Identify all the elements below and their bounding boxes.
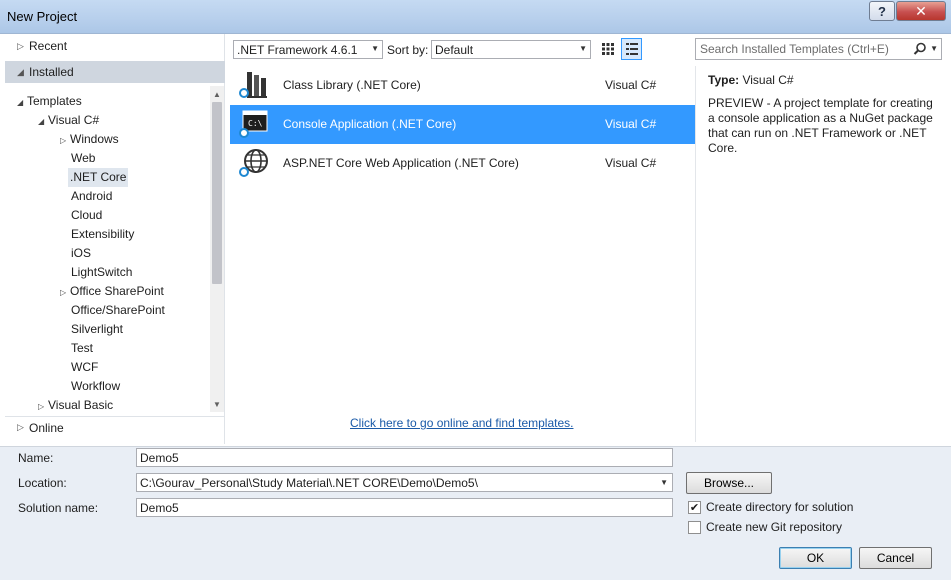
nav-installed[interactable]: ◢ Installed — [5, 61, 225, 83]
tree-item-android[interactable]: Android — [71, 187, 112, 206]
tree-item-templates[interactable]: ◢ Templates — [17, 92, 82, 111]
name-value: Demo5 — [140, 450, 179, 465]
grid-view-button[interactable] — [597, 38, 618, 60]
framework-select[interactable]: .NET Framework 4.6.1 ▼ — [233, 40, 383, 59]
checkmark-icon: ✔ — [689, 502, 700, 514]
list-view-icon — [625, 43, 638, 55]
ok-button[interactable]: OK — [779, 547, 852, 569]
tree-item-web[interactable]: Web — [71, 149, 95, 168]
template-name: Class Library (.NET Core) — [283, 78, 421, 92]
template-type: Type: Visual C# — [708, 73, 794, 87]
solution-name-label: Solution name: — [18, 501, 99, 515]
tree-item-office-slash-sharepoint[interactable]: Office/SharePoint — [71, 301, 165, 320]
window-title: New Project — [7, 9, 78, 24]
close-button[interactable]: ✕ — [896, 1, 946, 21]
tree-item-wcf[interactable]: WCF — [71, 358, 98, 377]
name-label: Name: — [18, 451, 54, 465]
template-language: Visual C# — [605, 117, 657, 131]
collapsed-arrow-icon: ▷ — [60, 288, 67, 297]
create-directory-label[interactable]: Create directory for solution — [706, 500, 853, 514]
type-value: Visual C# — [742, 73, 794, 87]
scroll-down-icon[interactable]: ▼ — [210, 398, 224, 412]
template-item-console-application[interactable]: C:\ Console Application (.NET Core) Visu… — [230, 105, 695, 144]
template-item-aspnet-core-web[interactable]: ASP.NET Core Web Application (.NET Core)… — [230, 144, 695, 183]
dropdown-arrow-icon: ▼ — [371, 44, 379, 53]
nav-online-label: Online — [29, 420, 64, 435]
tree-item-cloud[interactable]: Cloud — [71, 206, 102, 225]
create-git-label[interactable]: Create new Git repository — [706, 520, 842, 534]
tree-item-office-sharepoint[interactable]: ▷ Office SharePoint — [60, 282, 164, 301]
search-input[interactable]: Search Installed Templates (Ctrl+E) ▼ — [695, 38, 942, 60]
template-item-class-library[interactable]: Class Library (.NET Core) Visual C# — [230, 66, 695, 105]
tree-item-windows[interactable]: ▷ Windows — [60, 130, 119, 149]
online-templates-link[interactable]: Click here to go online and find templat… — [350, 416, 573, 430]
sort-select[interactable]: Default ▼ — [431, 40, 591, 59]
type-label: Type: — [708, 73, 740, 87]
class-library-icon — [239, 72, 267, 98]
location-label: Location: — [18, 476, 67, 490]
expanded-arrow-icon: ◢ — [38, 117, 45, 126]
tree-item-test[interactable]: Test — [71, 339, 93, 358]
template-description: PREVIEW - A project template for creatin… — [708, 96, 933, 155]
search-icon[interactable] — [913, 42, 927, 56]
dropdown-arrow-icon: ▼ — [579, 44, 587, 53]
title-bar[interactable] — [0, 0, 951, 34]
tree-scroll-thumb[interactable] — [212, 102, 222, 284]
create-git-checkbox[interactable] — [688, 521, 701, 534]
help-button[interactable]: ? — [869, 1, 895, 21]
template-language: Visual C# — [605, 156, 657, 170]
chevron-down-icon: ◢ — [17, 66, 24, 77]
web-app-icon — [239, 149, 268, 177]
browse-button[interactable]: Browse... — [686, 472, 772, 494]
name-input[interactable]: Demo5 — [136, 448, 673, 467]
tree-item-silverlight[interactable]: Silverlight — [71, 320, 123, 339]
tree-item-lightswitch[interactable]: LightSwitch — [71, 263, 132, 282]
tree-item-workflow[interactable]: Workflow — [71, 377, 120, 396]
location-input[interactable]: C:\Gourav_Personal\Study Material\.NET C… — [136, 473, 673, 492]
framework-value: .NET Framework 4.6.1 — [237, 42, 358, 57]
collapsed-arrow-icon: ▷ — [60, 136, 67, 145]
sort-label: Sort by: — [387, 43, 429, 57]
cancel-button[interactable]: Cancel — [859, 547, 932, 569]
tree-item-net-core[interactable]: .NET Core — [68, 168, 129, 187]
template-language: Visual C# — [605, 78, 657, 92]
grid-view-icon — [601, 43, 614, 55]
template-tree: ◢ Templates ◢ Visual C# ▷ Windows Web .NET … — [5, 92, 210, 410]
nav-installed-label: Installed — [29, 65, 74, 79]
solution-name-input[interactable]: Demo5 — [136, 498, 673, 517]
tree-item-visual-basic[interactable]: ▷ Visual Basic — [38, 396, 113, 410]
tree-item-visual-csharp[interactable]: ◢ Visual C# — [38, 111, 99, 130]
nav-recent-label: Recent — [29, 39, 68, 53]
list-view-button[interactable] — [621, 38, 642, 60]
tree-item-ios[interactable]: iOS — [71, 244, 91, 263]
template-name: ASP.NET Core Web Application (.NET Core) — [283, 156, 519, 170]
nav-recent[interactable]: ▷ Recent — [5, 35, 225, 57]
sort-value: Default — [435, 42, 474, 57]
tree-item-extensibility[interactable]: Extensibility — [71, 225, 134, 244]
console-app-icon: C:\ — [239, 110, 268, 138]
create-directory-checkbox[interactable]: ✔ — [688, 501, 701, 514]
solution-name-value: Demo5 — [140, 500, 179, 515]
chevron-right-icon: ▷ — [17, 422, 24, 432]
template-name: Console Application (.NET Core) — [283, 117, 457, 131]
search-options-arrow-icon[interactable]: ▼ — [930, 44, 938, 53]
expanded-arrow-icon: ◢ — [17, 98, 24, 107]
dropdown-arrow-icon[interactable]: ▼ — [660, 478, 668, 487]
scroll-up-icon[interactable]: ▲ — [210, 88, 224, 102]
nav-online[interactable]: ▷ Online — [5, 416, 225, 438]
svg-text:C:\: C:\ — [248, 119, 263, 128]
search-placeholder: Search Installed Templates (Ctrl+E) — [700, 42, 889, 56]
collapsed-arrow-icon: ▷ — [38, 402, 45, 410]
chevron-right-icon: ▷ — [17, 40, 24, 51]
location-value: C:\Gourav_Personal\Study Material\.NET C… — [140, 475, 478, 490]
